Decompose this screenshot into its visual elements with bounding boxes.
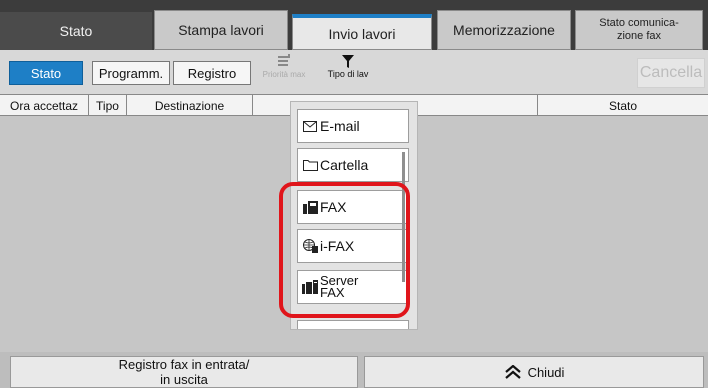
tab-stato-comunicazione-fax[interactable]: Stato comunica- zione fax xyxy=(575,10,703,50)
cancel-button-label: Cancella xyxy=(639,64,703,81)
tab-label: Stato comunica- zione fax xyxy=(599,17,679,42)
dropdown-item-label: Cartella xyxy=(320,157,369,173)
programm-button-label: Programm. xyxy=(98,65,164,81)
registro-button-label: Registro xyxy=(187,65,237,81)
dropdown-item-cartella[interactable]: Cartella xyxy=(297,148,409,182)
priority-button[interactable]: Priorità max xyxy=(254,54,314,79)
bottom-bar: Registro fax in entrata/ in uscita Chiud… xyxy=(0,352,708,388)
stato-button-label: Stato xyxy=(30,65,62,81)
tab-stampa-lavori[interactable]: Stampa lavori xyxy=(154,10,288,50)
tab-memorizzazione[interactable]: Memorizzazione xyxy=(437,10,571,50)
tab-label: Memorizzazione xyxy=(453,22,555,38)
column-ora-accettaz[interactable]: Ora accettaz xyxy=(0,95,89,116)
stato-button[interactable]: Stato xyxy=(9,61,83,85)
tab-bar: Stato Stampa lavori Invio lavori Memoriz… xyxy=(0,0,708,50)
column-label: Tipo xyxy=(96,98,119,113)
column-label: Ora accettaz xyxy=(9,98,79,113)
tab-label: Stato xyxy=(59,23,93,39)
priority-icon xyxy=(278,54,290,66)
envelope-icon xyxy=(302,119,318,133)
double-chevron-up-icon xyxy=(504,365,521,379)
column-stato[interactable]: Stato xyxy=(538,95,708,116)
column-tipo[interactable]: Tipo xyxy=(89,95,127,116)
registro-button[interactable]: Registro xyxy=(173,61,251,85)
tab-stato[interactable]: Stato xyxy=(0,12,152,50)
column-destinazione[interactable]: Destinazione xyxy=(127,95,253,116)
fax-log-button[interactable]: Registro fax in entrata/ in uscita xyxy=(10,356,358,388)
close-label: Chiudi xyxy=(527,364,565,380)
job-type-label: Tipo di lav xyxy=(327,69,369,79)
column-label: Stato xyxy=(608,98,638,113)
priority-label: Priorità max xyxy=(262,70,306,79)
fax-options-highlight xyxy=(279,182,410,318)
column-label: Destinazione xyxy=(154,98,225,113)
toolbar: Stato Programm. Registro Priorità max Ti… xyxy=(0,50,708,94)
fax-log-label: Registro fax in entrata/ in uscita xyxy=(118,357,250,387)
dropdown-item-label: E-mail xyxy=(320,118,360,134)
job-type-filter-button[interactable]: Tipo di lav xyxy=(318,55,378,79)
tab-label: Invio lavori xyxy=(328,25,396,42)
dropdown-item-partial[interactable] xyxy=(297,320,409,329)
tab-invio-lavori[interactable]: Invio lavori xyxy=(292,14,432,50)
folder-icon xyxy=(302,158,318,172)
close-button[interactable]: Chiudi xyxy=(364,356,704,388)
filter-icon xyxy=(342,55,354,68)
programm-button[interactable]: Programm. xyxy=(92,61,170,85)
tab-label: Stampa lavori xyxy=(178,22,264,38)
dropdown-item-email[interactable]: E-mail xyxy=(297,109,409,143)
cancel-button[interactable]: Cancella xyxy=(637,58,705,88)
